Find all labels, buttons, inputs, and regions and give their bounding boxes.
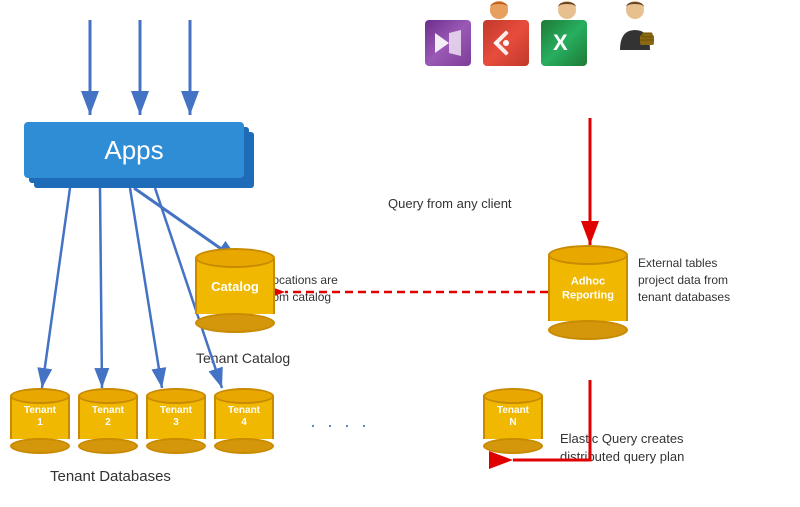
catalog-top	[195, 248, 275, 268]
tenant-dots: · · · ·	[310, 415, 370, 436]
tenant-4-cylinder: Tenant4	[214, 388, 274, 454]
visual-studio-icon	[425, 20, 471, 66]
elastic-query-label: Elastic Query createsdistributed query p…	[560, 430, 760, 466]
apps-stack: Apps	[24, 122, 244, 178]
tenant-1-cylinder: Tenant1	[10, 388, 70, 454]
excel-icon: X	[541, 20, 587, 66]
adhoc-label: AdhocReporting	[550, 274, 626, 303]
tenant-databases-label: Tenant Databases	[50, 468, 171, 485]
external-tables-label: External tablesproject data fromtenant d…	[638, 255, 798, 305]
apps-label: Apps	[104, 135, 163, 166]
svg-text:X: X	[553, 30, 568, 55]
tenant-2-cylinder: Tenant2	[78, 388, 138, 454]
tools-icon	[483, 20, 529, 66]
apps-box: Apps	[24, 122, 244, 178]
tool-icons-row: X PowerBI	[425, 20, 587, 66]
person-icon-3	[616, 0, 654, 52]
catalog-bottom	[195, 313, 275, 333]
adhoc-bottom	[548, 320, 628, 340]
adhoc-top	[548, 245, 628, 265]
catalog-label: Catalog	[197, 279, 273, 295]
tenant-catalog-label: Tenant Catalog	[196, 350, 290, 366]
tenant-row: Tenant1 Tenant2 Tenant3 Tenant4	[10, 388, 274, 454]
adhoc-cylinder: AdhocReporting	[548, 245, 628, 340]
adhoc-body: AdhocReporting	[548, 256, 628, 321]
query-from-client-label: Query from any client	[388, 195, 512, 213]
tenant-3-cylinder: Tenant3	[146, 388, 206, 454]
diagram: X PowerBI Apps Catalog AdhocReporting	[0, 0, 800, 507]
catalog-cylinder: Catalog	[195, 248, 275, 333]
tenant-n-cylinder: TenantN	[483, 388, 543, 454]
